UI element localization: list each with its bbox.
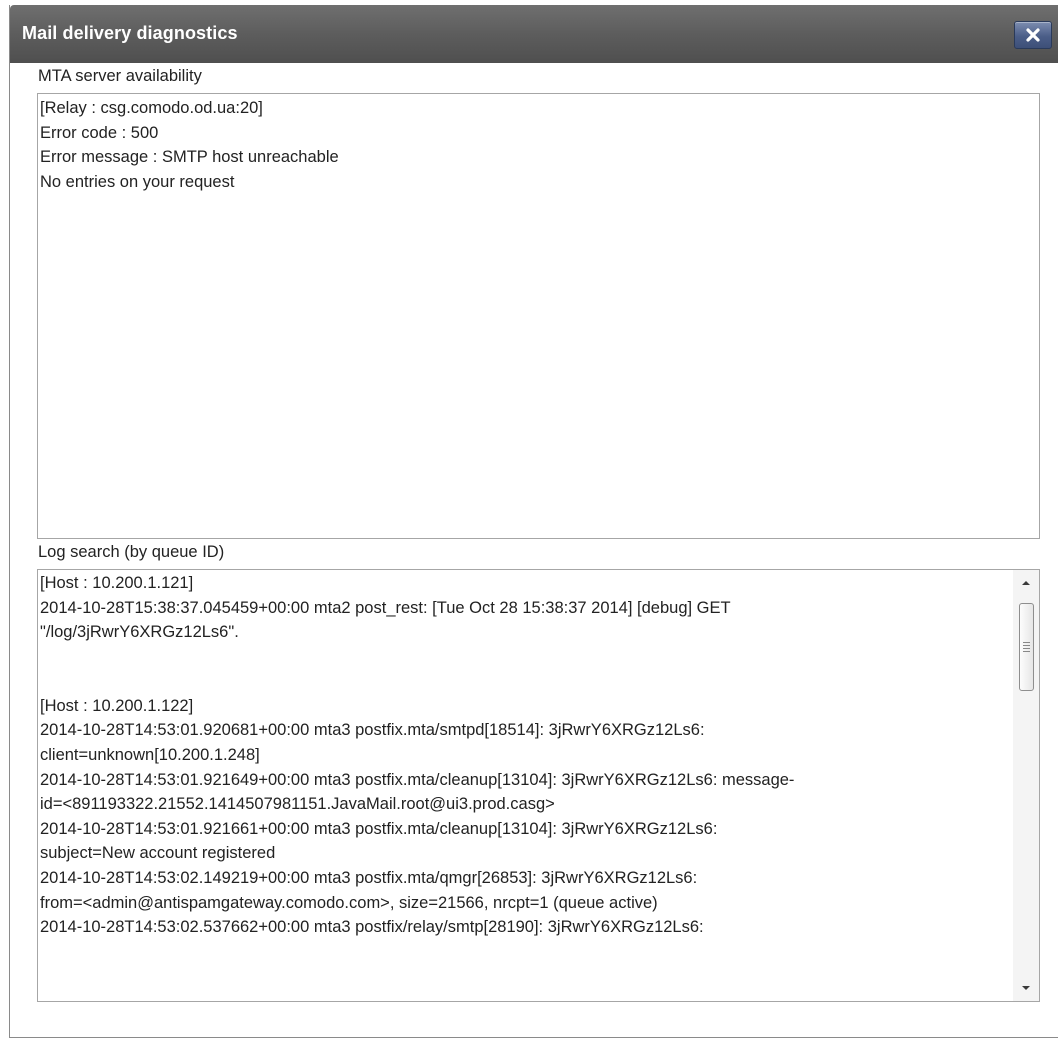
log-line: 2014-10-28T14:53:01.920681+00:00 mta3 po… bbox=[40, 721, 705, 740]
log-scrollbar[interactable] bbox=[1013, 570, 1039, 1001]
mta-line: No entries on your request bbox=[40, 172, 235, 191]
log-line: 2014-10-28T15:38:37.045459+00:00 mta2 po… bbox=[40, 598, 731, 617]
log-line: "/log/3jRwrY6XRGz12Ls6". bbox=[40, 623, 239, 642]
close-button[interactable] bbox=[1014, 21, 1052, 49]
grip-icon bbox=[1023, 640, 1030, 654]
mta-availability-label: MTA server availability bbox=[38, 67, 202, 85]
scroll-down-arrow-icon bbox=[1022, 986, 1030, 990]
log-content: [Host : 10.200.1.121] 2014-10-28T15:38:3… bbox=[38, 570, 1012, 940]
mta-availability-panel[interactable]: [Relay : csg.comodo.od.ua:20] Error code… bbox=[37, 93, 1040, 539]
scroll-down-button[interactable] bbox=[1013, 977, 1039, 999]
mta-line: Error message : SMTP host unreachable bbox=[40, 148, 339, 166]
scrollbar-thumb[interactable] bbox=[1019, 603, 1034, 691]
log-line: 2014-10-28T14:53:01.921649+00:00 mta3 po… bbox=[40, 770, 795, 789]
log-host-header: [Host : 10.200.1.122] bbox=[40, 696, 194, 715]
log-line: client=unknown[10.200.1.248] bbox=[40, 745, 260, 764]
log-host-header: [Host : 10.200.1.121] bbox=[40, 574, 194, 592]
dialog-title: Mail delivery diagnostics bbox=[22, 23, 238, 43]
log-search-label: Log search (by queue ID) bbox=[38, 543, 225, 561]
mta-line: [Relay : csg.comodo.od.ua:20] bbox=[40, 99, 263, 117]
scroll-up-button[interactable] bbox=[1013, 572, 1039, 594]
log-search-panel[interactable]: [Host : 10.200.1.121] 2014-10-28T15:38:3… bbox=[37, 569, 1040, 1002]
log-line: id=<891193322.21552.1414507981151.JavaMa… bbox=[40, 795, 555, 814]
close-icon bbox=[1026, 28, 1040, 42]
dialog-titlebar: Mail delivery diagnostics bbox=[10, 5, 1058, 63]
log-line: 2014-10-28T14:53:02.149219+00:00 mta3 po… bbox=[40, 868, 698, 887]
log-line: 2014-10-28T14:53:02.537662+00:00 mta3 po… bbox=[40, 918, 704, 937]
log-spacer bbox=[40, 645, 1012, 694]
mta-line: Error code : 500 bbox=[40, 123, 159, 142]
log-line: subject=New account registered bbox=[40, 844, 276, 863]
log-line: 2014-10-28T14:53:01.921661+00:00 mta3 po… bbox=[40, 819, 718, 838]
scroll-up-arrow-icon bbox=[1022, 581, 1030, 585]
log-line: from=<admin@antispamgateway.comodo.com>,… bbox=[40, 893, 658, 912]
mail-delivery-diagnostics-dialog: Mail delivery diagnostics MTA server ava… bbox=[9, 5, 1058, 1038]
